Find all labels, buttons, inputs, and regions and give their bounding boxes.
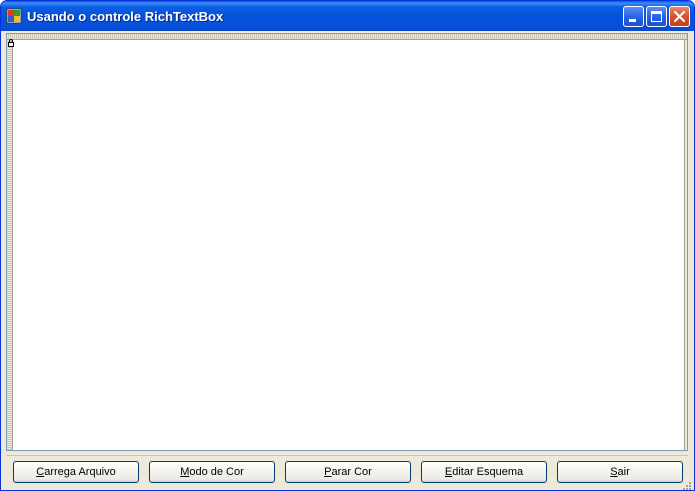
rich-text-box-ruler (7, 34, 687, 40)
client-area: Carrega Arquivo Modo de Cor Parar Cor Ed… (4, 31, 691, 489)
button-label: odo de Cor (189, 466, 244, 478)
carrega-arquivo-button[interactable]: Carrega Arquivo (13, 461, 139, 483)
button-mnemonic: C (36, 466, 45, 478)
close-icon (674, 11, 685, 22)
maximize-icon (651, 11, 662, 22)
button-mnemonic: S (610, 466, 618, 478)
resize-grip-icon[interactable] (682, 478, 692, 490)
button-label: arrega Arquivo (44, 466, 116, 478)
rich-text-box-content[interactable] (14, 41, 683, 450)
app-window: Usando o controle RichTextBox Carrega Ar… (0, 0, 695, 491)
button-bar: Carrega Arquivo Modo de Cor Parar Cor Ed… (6, 455, 688, 487)
button-mnemonic: P (324, 466, 332, 478)
window-title: Usando o controle RichTextBox (27, 9, 224, 24)
minimize-icon (629, 19, 636, 22)
button-label: ditar Esquema (452, 466, 524, 478)
rich-text-box[interactable] (6, 33, 688, 451)
title-bar[interactable]: Usando o controle RichTextBox (1, 1, 694, 31)
rich-text-box-margin (7, 40, 13, 450)
button-mnemonic: M (180, 466, 190, 478)
button-label: arar Cor (331, 466, 372, 478)
parar-cor-button[interactable]: Parar Cor (285, 461, 411, 483)
sair-button[interactable]: Sair (557, 461, 683, 483)
rich-text-box-edge (684, 40, 687, 450)
button-label: air (617, 466, 630, 478)
app-icon[interactable] (6, 8, 22, 24)
modo-de-cor-button[interactable]: Modo de Cor (149, 461, 275, 483)
minimize-button[interactable] (623, 6, 644, 27)
close-button[interactable] (669, 6, 690, 27)
maximize-button[interactable] (646, 6, 667, 27)
editar-esquema-button[interactable]: Editar Esquema (421, 461, 547, 483)
